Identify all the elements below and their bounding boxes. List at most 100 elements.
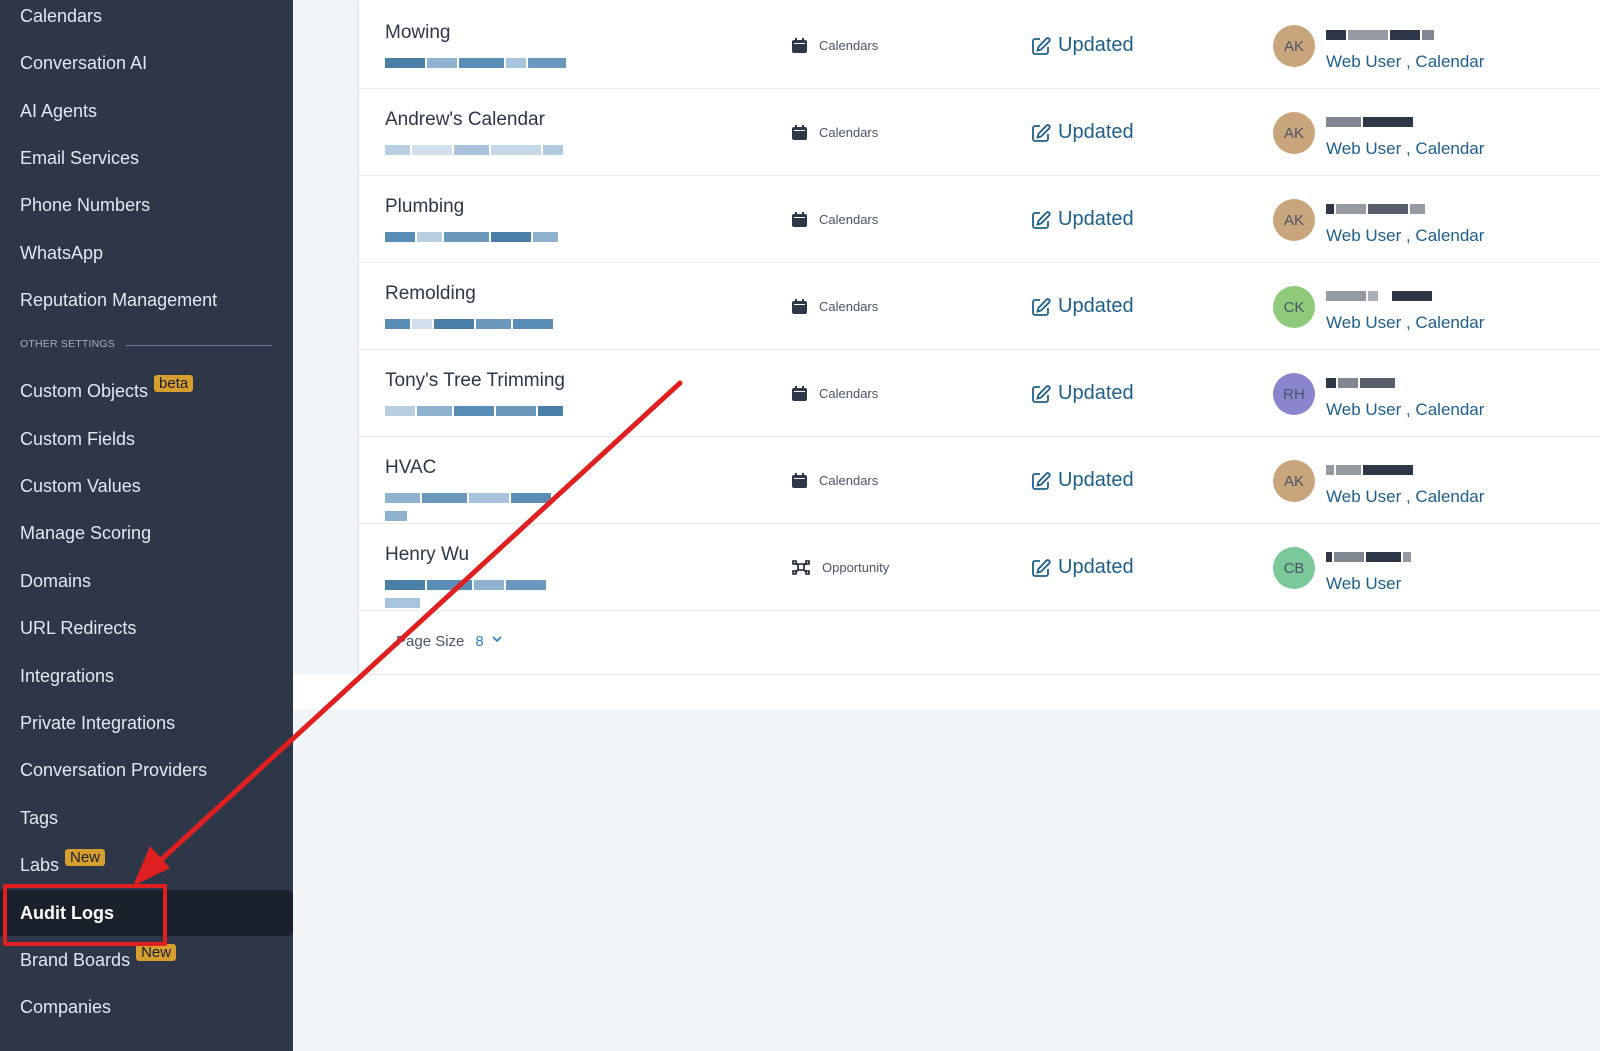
new-badge: New [65,848,106,866]
sidebar-item-label: Custom Values [20,475,141,496]
sidebar-item-custom-objects[interactable]: Custom Objects beta [0,369,293,413]
action-label: Updated [1058,382,1134,404]
sidebar-item-label: Email Services [20,147,140,168]
avatar: AK [1273,460,1315,502]
sidebar-item-label: Reputation Management [20,289,218,310]
user-roles[interactable]: Web User , Calendar [1326,226,1484,246]
action-cell: Updated [1031,34,1134,57]
sidebar-item-phone-numbers[interactable]: Phone Numbers [0,183,293,227]
action-label: Updated [1058,295,1134,317]
redacted-user-name [1326,200,1446,214]
redacted-user-name [1326,374,1446,388]
edit-icon [1031,471,1051,491]
sidebar-item-manage-scoring[interactable]: Manage Scoring [0,511,293,555]
user-roles[interactable]: Web User , Calendar [1326,313,1484,333]
sidebar-item-label: Tags [20,807,59,828]
module-cell: Calendars [791,37,878,54]
avatar-initials: AK [1283,211,1304,229]
sidebar-item-label: Manage Scoring [20,522,152,543]
module-label: Calendars [819,38,879,53]
sidebar-item-tags[interactable]: Tags [0,796,293,840]
redacted-user-name [1326,113,1446,127]
sidebar-item-brand-boards[interactable]: Brand Boards New [0,938,293,982]
sidebar-item-label: Labs [20,854,60,875]
user-roles[interactable]: Web User , Calendar [1326,400,1484,420]
sidebar-item-audit-logs[interactable]: Audit Logs [0,890,293,936]
avatar: RH [1273,373,1315,415]
sidebar-item-url-redirects[interactable]: URL Redirects [0,606,293,650]
module-cell: Calendars [791,385,878,402]
user-roles[interactable]: Web User , Calendar [1326,139,1484,159]
sidebar-item-label: Companies [20,996,112,1017]
row-title: Plumbing [385,196,465,217]
avatar: CK [1273,286,1315,328]
module-label: Calendars [819,212,879,227]
edit-icon [1031,384,1051,404]
table-row[interactable]: Remolding Calendars Updated CK Web User … [359,263,1600,350]
action-label: Updated [1058,34,1134,56]
sidebar-item-email-services[interactable]: Email Services [0,136,293,180]
module-label: Calendars [819,473,879,488]
sidebar-item-label: Domains [20,570,92,591]
table-row[interactable]: Tony's Tree Trimming Calendars Updated R… [359,350,1600,437]
row-title: HVAC [385,457,437,478]
table-row[interactable]: HVAC Calendars Updated AK Web User , Cal… [359,437,1600,524]
avatar-initials: AK [1283,37,1304,55]
table-row[interactable]: Andrew's Calendar Calendars Updated AK W… [359,89,1600,176]
sidebar-item-domains[interactable]: Domains [0,559,293,603]
sidebar-item-calendars[interactable]: Calendars [0,0,293,38]
page-size-value[interactable]: 8 [475,633,483,650]
sidebar-item-conversation-providers[interactable]: Conversation Providers [0,748,293,792]
sidebar-item-custom-values[interactable]: Custom Values [0,464,293,508]
avatar-initials: CK [1283,298,1305,316]
table-row[interactable]: Mowing Calendars Updated AK Web User , C… [359,2,1600,89]
action-label: Updated [1058,121,1134,143]
sidebar-item-label: Conversation AI [20,52,148,73]
calendar-icon [791,37,808,54]
sidebar-item-integrations[interactable]: Integrations [0,654,293,698]
redacted-subtitle [385,315,575,330]
module-cell: Calendars [791,124,878,141]
sidebar-item-whatsapp[interactable]: WhatsApp [0,231,293,275]
module-cell: Calendars [791,472,878,489]
sidebar-item-label: Phone Numbers [20,194,151,215]
redacted-subtitle [385,402,575,417]
avatar-initials: AK [1283,472,1304,490]
chevron-down-icon[interactable] [490,632,504,650]
sidebar-item-companies[interactable]: Companies [0,985,293,1029]
action-cell: Updated [1031,295,1134,318]
calendar-icon [791,472,808,489]
user-roles[interactable]: Web User , Calendar [1326,52,1484,72]
sidebar-item-private-integrations[interactable]: Private Integrations [0,701,293,745]
new-badge: New [136,943,177,961]
sidebar-item-label: Private Integrations [20,712,176,733]
sidebar-item-labs[interactable]: Labs New [0,843,293,887]
sidebar-item-label: WhatsApp [20,242,104,263]
page-size-selector[interactable]: Page Size 8 [396,632,504,650]
sidebar-item-custom-fields[interactable]: Custom Fields [0,417,293,461]
redacted-user-name [1326,26,1446,40]
section-label-other-settings: OTHER SETTINGS [20,338,115,350]
sidebar-item-label: Integrations [20,665,115,686]
user-roles[interactable]: Web User , Calendar [1326,487,1484,507]
table-row[interactable]: Plumbing Calendars Updated AK Web User ,… [359,176,1600,263]
module-label: Calendars [819,299,879,314]
sidebar-item-ai-agents[interactable]: AI Agents [0,89,293,133]
module-cell: Calendars [791,298,878,315]
action-label: Updated [1058,469,1134,491]
table-row[interactable]: Henry Wu Opportunity Updated CB Web User [359,524,1600,611]
sidebar-item-label: Conversation Providers [20,759,208,780]
action-cell: Updated [1031,208,1134,231]
user-roles[interactable]: Web User [1326,574,1401,594]
edit-icon [1031,36,1051,56]
redacted-subtitle [385,141,575,156]
action-label: Updated [1058,208,1134,230]
redacted-subtitle [385,489,575,521]
sidebar-item-label: Calendars [20,5,103,26]
avatar-initials: CB [1283,559,1305,577]
sidebar-item-reputation-management[interactable]: Reputation Management [0,278,293,322]
redacted-subtitle [385,576,575,608]
sidebar-item-conversation-ai[interactable]: Conversation AI [0,41,293,85]
calendar-icon [791,298,808,315]
avatar: AK [1273,25,1315,67]
